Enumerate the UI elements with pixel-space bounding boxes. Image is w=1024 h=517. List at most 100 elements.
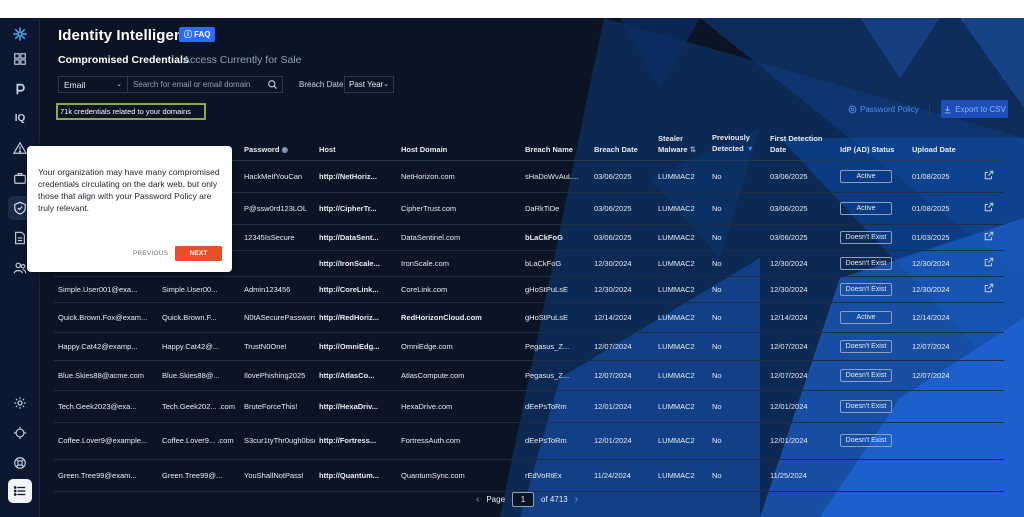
table-row[interactable]: Happy.Cat42@examp... Happy.Cat42@... Trust…	[54, 332, 1004, 361]
cell-breach-date: 12/14/2024	[590, 302, 654, 333]
column-header-idp-status[interactable]: IdP (AD) Status	[836, 128, 908, 161]
table-row[interactable]: Quick.Brown.Fox@exam... Quick.Brown.F... N…	[54, 302, 1004, 333]
next-page-icon[interactable]: ›	[575, 494, 578, 505]
cell-first-detection-date: 12/14/2024	[766, 302, 836, 333]
column-header-upload-date[interactable]: Upload Date	[908, 128, 980, 161]
cell-idp-status: Doesn't Exist	[836, 422, 908, 460]
page-number-input[interactable]: 1	[512, 492, 535, 507]
onboarding-tooltip: Your organization may have many compromi…	[27, 146, 232, 272]
cell-stealer-malware: LUMMAC2	[654, 459, 708, 492]
cell-actions	[980, 459, 1004, 492]
settings-gear-icon[interactable]	[8, 391, 32, 415]
cell-stealer-malware: LUMMAC2	[654, 276, 708, 303]
cell-breach-name: rEdVoRtEx	[521, 459, 590, 492]
export-csv-button[interactable]: Export to CSV	[941, 100, 1008, 118]
cell-first-detection-date: 12/30/2024	[766, 250, 836, 277]
tooltip-previous-button[interactable]: PREVIOUS	[133, 250, 168, 257]
cell-actions	[980, 332, 1004, 361]
external-link-icon[interactable]	[984, 257, 994, 267]
cell-previously-detected: No	[708, 192, 766, 225]
external-link-icon[interactable]	[984, 202, 994, 212]
cell-host: http://NetHoriz...	[315, 160, 397, 193]
faq-button[interactable]: ⓘ FAQ	[179, 27, 216, 42]
cell-email: Simple.User001@exa...	[54, 276, 158, 303]
search-container	[128, 76, 283, 93]
search-icon[interactable]	[267, 79, 278, 90]
settings-gear-icon	[848, 105, 857, 114]
cell-first-detection-date: 03/06/2025	[766, 192, 836, 225]
cell-upload-date: 12/07/2024	[908, 332, 980, 361]
cell-breach-date: 11/24/2024	[590, 459, 654, 492]
cell-actions	[980, 192, 1004, 225]
table-row[interactable]: Coffee.Lover9@example... Coffee.Lover9...…	[54, 422, 1004, 460]
column-header-password[interactable]: Password ◉	[240, 128, 315, 161]
cell-idp-status: Doesn't Exist	[836, 276, 908, 303]
list-menu-icon[interactable]	[8, 479, 32, 503]
dashboard-grid-icon[interactable]	[8, 47, 32, 71]
p-logo-icon[interactable]	[8, 77, 32, 101]
status-badge: Doesn't Exist	[840, 230, 892, 244]
search-input[interactable]	[133, 80, 263, 89]
cell-stealer-malware: LUMMAC2	[654, 360, 708, 391]
crosshair-icon[interactable]	[8, 421, 32, 445]
cell-breach-date: 12/30/2024	[590, 276, 654, 303]
help-circle-icon[interactable]	[8, 451, 32, 475]
column-header-host-domain[interactable]: Host Domain	[397, 128, 521, 161]
cell-upload-date: 01/03/2025	[908, 224, 980, 251]
password-policy-link[interactable]: Password Policy	[848, 105, 919, 114]
page-total: of 4713	[541, 495, 568, 504]
cell-username: Simple.User00...	[158, 276, 240, 303]
tab-access-for-sale[interactable]: Access Currently for Sale	[183, 54, 301, 66]
cell-stealer-malware: LUMMAC2	[654, 332, 708, 361]
cell-first-detection-date: 03/06/2025	[766, 224, 836, 251]
cell-first-detection-date: 12/30/2024	[766, 276, 836, 303]
export-csv-label: Export to CSV	[955, 104, 1006, 114]
cell-host: http://HexaDriv...	[315, 390, 397, 423]
column-header-previously-detected[interactable]: Previously Detected ▼	[708, 128, 766, 161]
tab-compromised-credentials[interactable]: Compromised Credentials	[58, 54, 189, 66]
external-link-icon[interactable]	[984, 170, 994, 180]
cell-breach-name: dEePsToRm	[521, 422, 590, 460]
cell-host: http://CoreLink...	[315, 276, 397, 303]
app-logo-icon[interactable]	[8, 22, 32, 46]
cell-breach-date: 03/06/2025	[590, 192, 654, 225]
column-header-host[interactable]: Host	[315, 128, 397, 161]
column-header-breach-name[interactable]: Breach Name	[521, 128, 590, 161]
breach-date-value: Past Year	[349, 80, 384, 89]
cell-breach-date: 12/07/2024	[590, 360, 654, 391]
sort-icon[interactable]: ⇅	[690, 145, 696, 154]
cell-previously-detected: No	[708, 459, 766, 492]
cell-email: Blue.Skies88@acme.com	[54, 360, 158, 391]
cell-previously-detected: No	[708, 360, 766, 391]
cell-breach-date: 12/01/2024	[590, 390, 654, 423]
breach-date-dropdown[interactable]: Past Year ⌄	[344, 76, 394, 93]
external-link-icon[interactable]	[984, 283, 994, 293]
cell-stealer-malware: LUMMAC2	[654, 302, 708, 333]
table-row[interactable]: Tech.Geek2023@exa... Tech.Geek202... .com…	[54, 390, 1004, 423]
eye-icon[interactable]: ◉	[282, 145, 289, 154]
cell-breach-date: 12/30/2024	[590, 250, 654, 277]
table-row[interactable]: Green.Tree99@exam... Green.Tree99@... YouS…	[54, 459, 1004, 492]
table-row[interactable]: Blue.Skies88@acme.com Blue.Skies88@... Ilo…	[54, 360, 1004, 391]
column-header-first-detection-date[interactable]: First Detection Date	[766, 128, 836, 161]
previous-page-icon[interactable]: ‹	[476, 494, 479, 505]
table-row[interactable]: Simple.User001@exa... Simple.User00... Adm…	[54, 276, 1004, 303]
tooltip-next-button[interactable]: NEXT	[175, 246, 222, 261]
filter-icon[interactable]: ▼	[747, 146, 754, 153]
cell-host-domain: CoreLink.com	[397, 276, 521, 303]
cell-username: Blue.Skies88@...	[158, 360, 240, 391]
column-header-breach-date[interactable]: Breach Date	[590, 128, 654, 161]
chevron-down-icon: ⌄	[383, 81, 389, 88]
column-header-stealer-malware[interactable]: Stealer Malware ⇅	[654, 128, 708, 161]
cell-stealer-malware: LUMMAC2	[654, 192, 708, 225]
cell-host: http://CipherTr...	[315, 192, 397, 225]
cell-password: IlovePhishing2025	[240, 360, 315, 391]
status-badge: Doesn't Exist	[840, 399, 892, 413]
field-select-dropdown[interactable]: Email ⌄	[58, 76, 128, 93]
cell-username: Coffee.Lover9... .com	[158, 422, 240, 460]
external-link-icon[interactable]	[984, 231, 994, 241]
iq-icon[interactable]: IQ	[8, 106, 32, 130]
cell-previously-detected: No	[708, 250, 766, 277]
cell-host-domain: AtlasCompute.com	[397, 360, 521, 391]
cell-previously-detected: No	[708, 422, 766, 460]
